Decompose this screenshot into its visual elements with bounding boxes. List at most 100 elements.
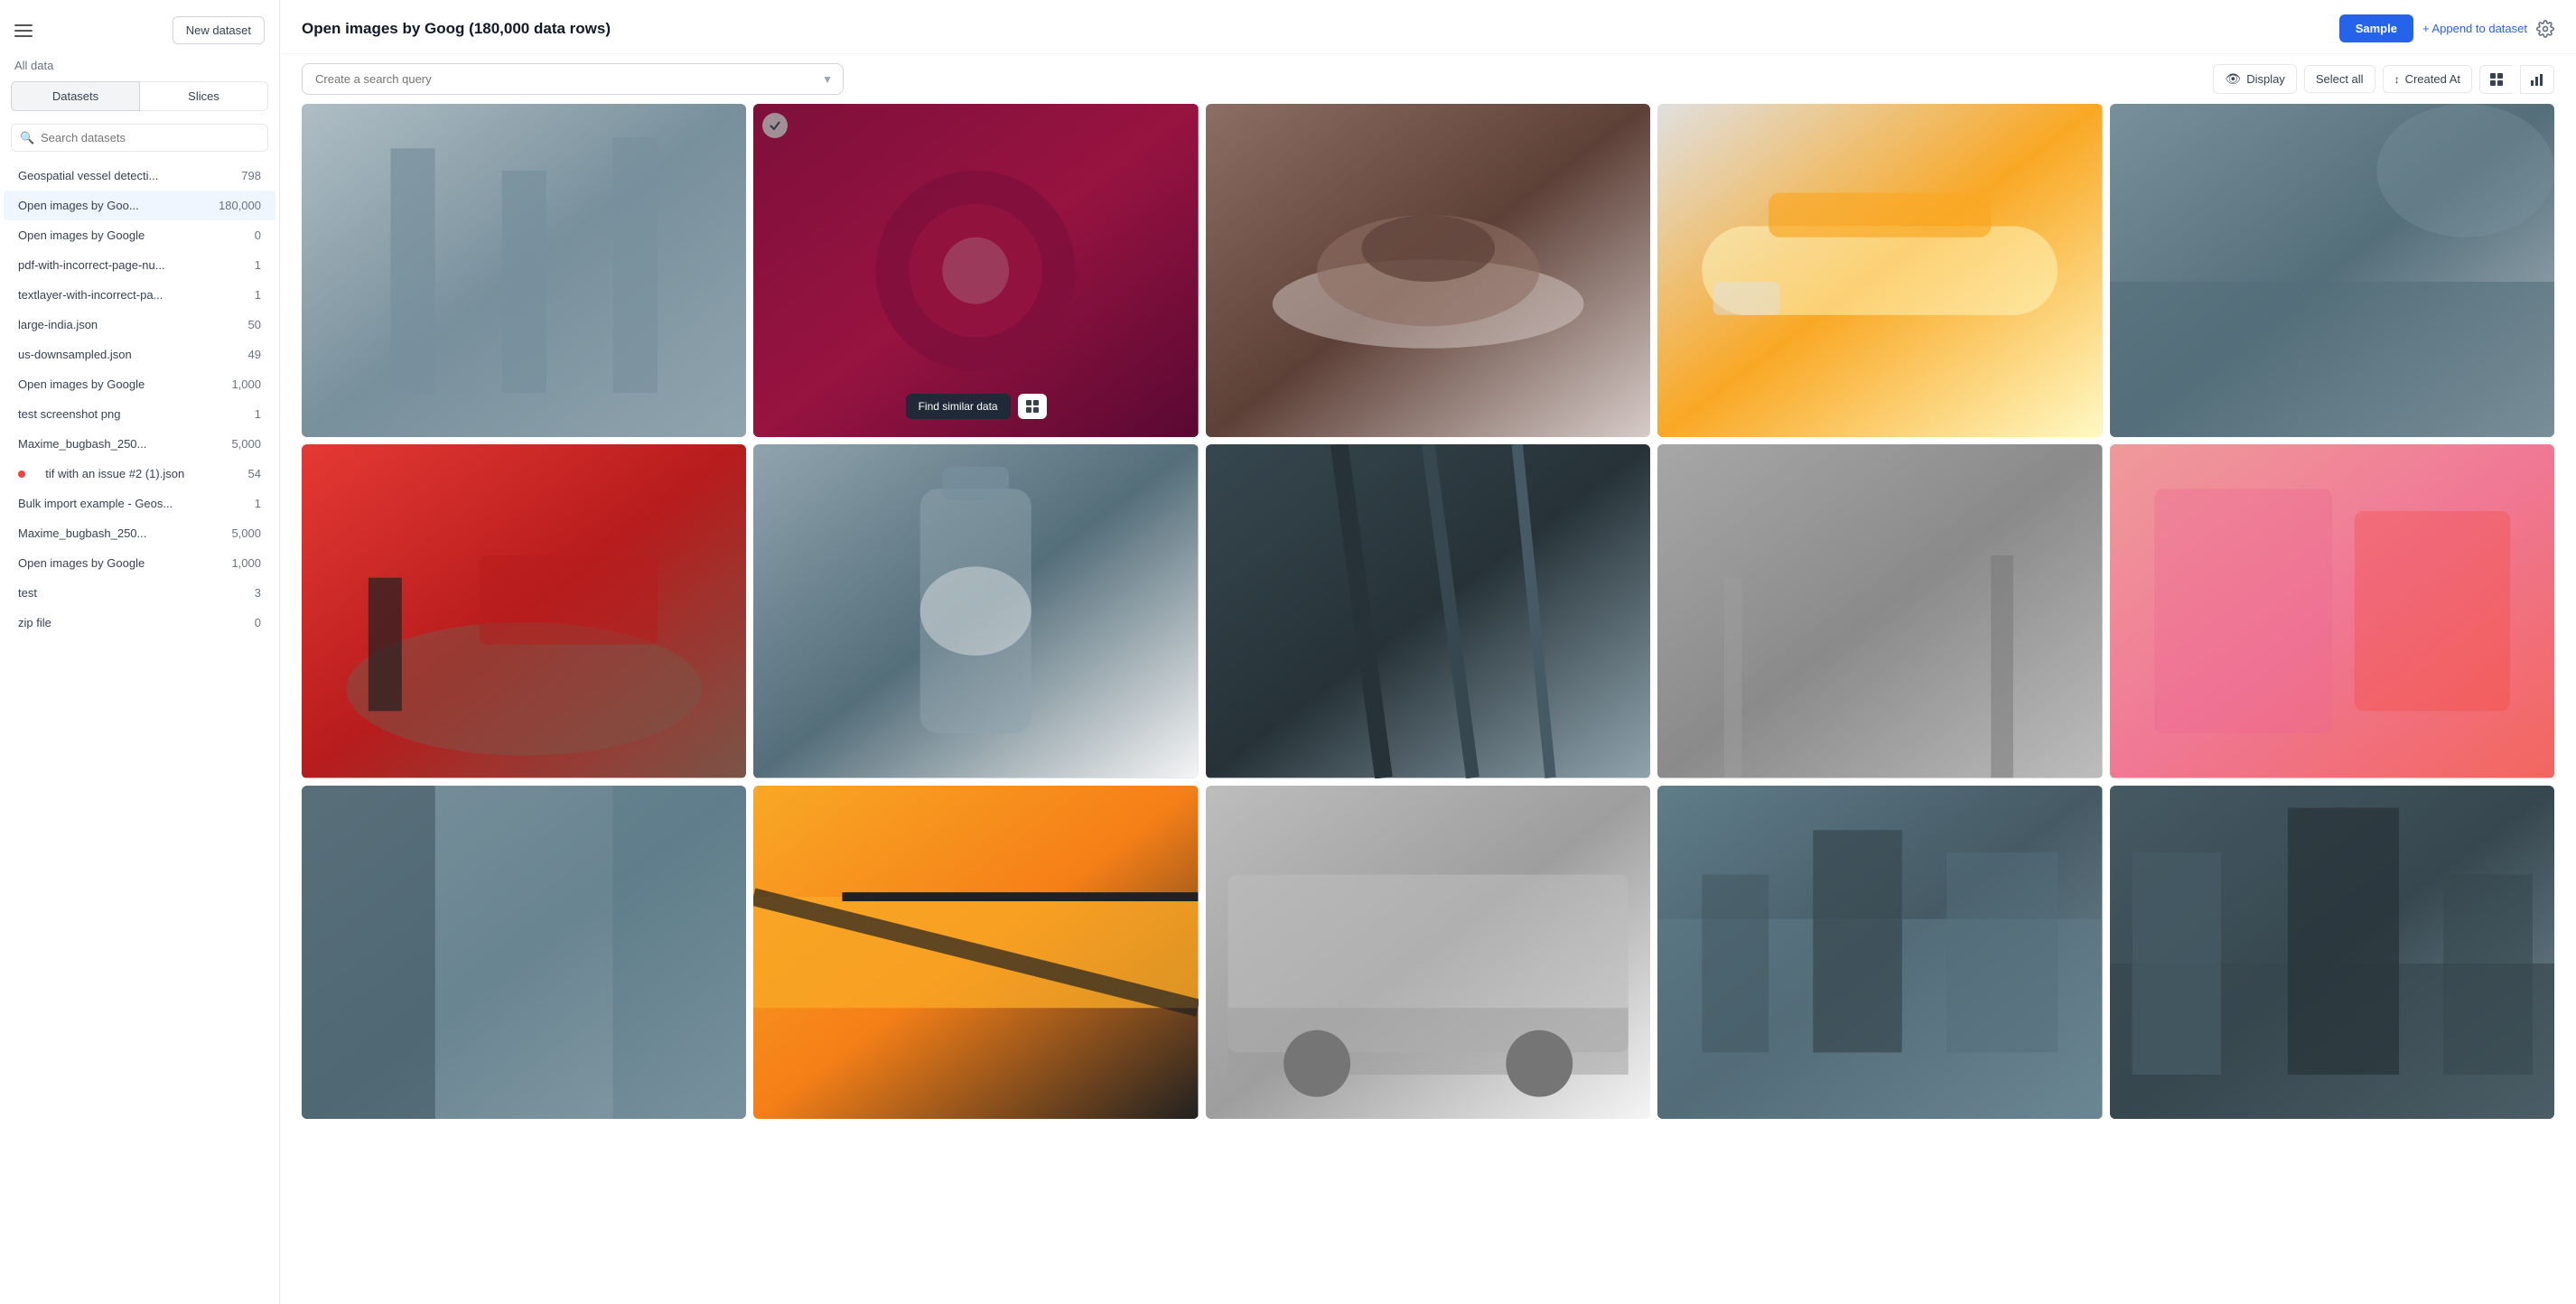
dataset-name: Open images by Google [18, 556, 199, 570]
dataset-count: 3 [255, 586, 261, 600]
tabs-row: Datasets Slices [0, 81, 279, 120]
dataset-name: Maxime_bugbash_250... [18, 437, 199, 451]
dataset-name: Open images by Google [18, 377, 199, 391]
dataset-name: Maxime_bugbash_250... [18, 526, 199, 540]
all-data-label: All data [0, 53, 279, 81]
find-similar-button[interactable]: Find similar data [906, 394, 1011, 419]
search-query-container: ▼ [302, 63, 844, 95]
image-cell[interactable] [302, 786, 746, 1119]
error-dot [18, 470, 25, 478]
dataset-item[interactable]: test 3 [4, 578, 275, 608]
dataset-name: Open images by Goo... [18, 199, 199, 212]
dataset-count: 180,000 [219, 199, 261, 212]
tab-datasets[interactable]: Datasets [11, 81, 140, 111]
dataset-item[interactable]: Open images by Google 0 [4, 220, 275, 250]
dataset-count: 1 [255, 258, 261, 272]
dataset-item[interactable]: Open images by Google 1,000 [4, 548, 275, 578]
hamburger-icon[interactable] [14, 24, 33, 37]
dataset-item[interactable]: pdf-with-incorrect-page-nu... 1 [4, 250, 275, 280]
hover-overlay: Find similar data [753, 104, 1198, 437]
settings-button[interactable] [2536, 20, 2554, 38]
dataset-item[interactable]: tif with an issue #2 (1).json 54 [4, 459, 275, 489]
dataset-item[interactable]: Geospatial vessel detecti... 798 [4, 161, 275, 191]
image-cell[interactable] [302, 104, 746, 437]
image-cell[interactable]: Find similar data [753, 104, 1198, 437]
dataset-count: 54 [248, 467, 261, 480]
dataset-count: 1 [255, 497, 261, 510]
dataset-count: 0 [255, 228, 261, 242]
dataset-name: pdf-with-incorrect-page-nu... [18, 258, 199, 272]
dataset-count: 798 [241, 169, 261, 182]
main-header: Open images by Goog (180,000 data rows) … [280, 0, 2576, 54]
dataset-name: tif with an issue #2 (1).json [45, 467, 226, 480]
image-cell[interactable] [1206, 786, 1650, 1119]
dataset-name: zip file [18, 616, 199, 629]
dataset-item[interactable]: Maxime_bugbash_250... 5,000 [4, 518, 275, 548]
dataset-count: 1,000 [231, 377, 261, 391]
page-title: Open images by Goog (180,000 data rows) [302, 20, 611, 38]
chart-view-button[interactable] [2520, 65, 2554, 94]
image-cell[interactable] [753, 444, 1198, 778]
search-icon: 🔍 [20, 131, 34, 145]
dataset-item[interactable]: Open images by Goo... 180,000 [4, 191, 275, 220]
dataset-item[interactable]: us-downsampled.json49 [4, 340, 275, 369]
image-cell[interactable] [753, 786, 1198, 1119]
image-cell[interactable] [302, 444, 746, 778]
dataset-count: 5,000 [231, 437, 261, 451]
eye-icon: 👁 [2225, 71, 2241, 87]
dataset-item[interactable]: test screenshot png 1 [4, 399, 275, 429]
dataset-name: Bulk import example - Geos... [18, 497, 199, 510]
image-grid-icon-button[interactable] [1018, 394, 1047, 419]
dataset-list: Geospatial vessel detecti... 798 Open imag… [0, 161, 279, 1304]
main-content: Open images by Goog (180,000 data rows) … [280, 0, 2576, 1304]
search-datasets-input[interactable] [11, 124, 268, 152]
chevron-down-icon: ▼ [822, 73, 833, 86]
sort-icon: ↕ [2394, 73, 2400, 86]
dataset-name: us-downsampled.json [18, 348, 199, 361]
append-to-dataset-button[interactable]: + Append to dataset [2422, 22, 2527, 35]
image-grid: Find similar data [302, 104, 2554, 1119]
image-cell[interactable] [1657, 444, 2102, 778]
image-cell[interactable] [2110, 444, 2554, 778]
display-label: Display [2246, 72, 2285, 86]
dataset-count: 1,000 [231, 556, 261, 570]
dataset-count: 50 [248, 318, 261, 331]
new-dataset-button[interactable]: New dataset [173, 16, 265, 44]
image-cell[interactable] [1206, 104, 1650, 437]
dataset-name: textlayer-with-incorrect-pa... [18, 288, 199, 302]
dataset-count: 5,000 [231, 526, 261, 540]
sidebar-header: New dataset [0, 0, 279, 53]
created-at-button[interactable]: ↕ Created At [2383, 65, 2472, 93]
image-cell[interactable] [2110, 104, 2554, 437]
dataset-name: test screenshot png [18, 407, 199, 421]
dataset-name: test [18, 586, 199, 600]
dataset-item[interactable]: Open images by Google 1,000 [4, 369, 275, 399]
image-cell[interactable] [1657, 786, 2102, 1119]
dataset-item[interactable]: zip file 0 [4, 608, 275, 638]
toolbar: ▼ 👁 Display Select all ↕ Created At [280, 54, 2576, 104]
search-query-input[interactable] [302, 63, 844, 95]
created-at-label: Created At [2405, 72, 2460, 86]
dataset-count: 0 [255, 616, 261, 629]
dataset-name: large-india.json [18, 318, 199, 331]
header-actions: Sample + Append to dataset [2339, 14, 2554, 42]
image-cell[interactable] [2110, 786, 2554, 1119]
dataset-count: 1 [255, 288, 261, 302]
image-grid-container: Find similar data [280, 104, 2576, 1304]
tab-slices[interactable]: Slices [140, 81, 268, 111]
display-button[interactable]: 👁 Display [2213, 64, 2296, 94]
dataset-name: Geospatial vessel detecti... [18, 169, 199, 182]
select-all-button[interactable]: Select all [2304, 65, 2375, 93]
grid-view-button[interactable] [2479, 65, 2513, 94]
dataset-item[interactable]: textlayer-with-incorrect-pa... 1 [4, 280, 275, 310]
toolbar-right: 👁 Display Select all ↕ Created At [2213, 64, 2554, 94]
sidebar: New dataset All data Datasets Slices 🔍 G… [0, 0, 280, 1304]
dataset-item[interactable]: Maxime_bugbash_250... 5,000 [4, 429, 275, 459]
dataset-item[interactable]: Bulk import example - Geos... 1 [4, 489, 275, 518]
image-cell[interactable] [1206, 444, 1650, 778]
sample-button[interactable]: Sample [2339, 14, 2413, 42]
dataset-name: Open images by Google [18, 228, 199, 242]
image-cell[interactable] [1657, 104, 2102, 437]
dataset-count: 1 [255, 407, 261, 421]
dataset-item[interactable]: large-india.json 50 [4, 310, 275, 340]
